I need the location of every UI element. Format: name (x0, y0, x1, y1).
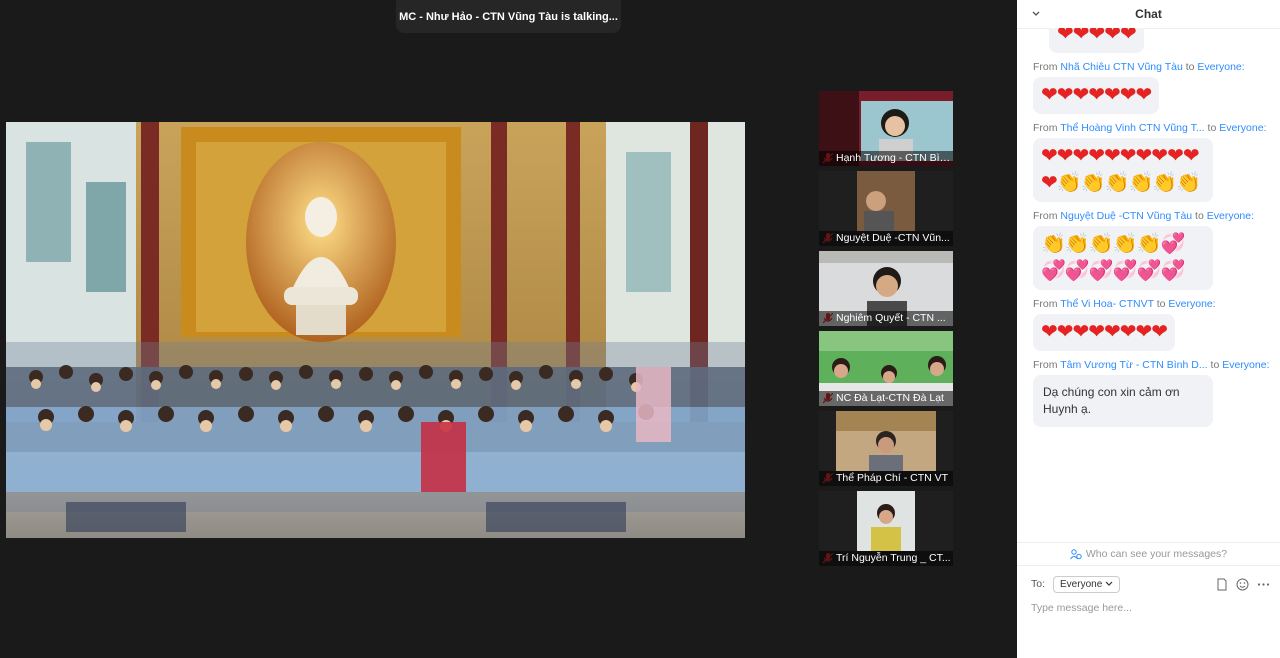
recipient-name: Everyone: (1168, 298, 1216, 310)
message-header: From Thể Hoàng Vinh CTN Vũng T... to Eve… (1033, 122, 1280, 134)
who-can-see-link[interactable]: Who can see your messages? (1017, 542, 1280, 566)
from-label: From (1033, 359, 1058, 371)
message-bubble: 👏👏👏👏👏💞💞💞💞💞💞💞 (1033, 226, 1213, 290)
participant-thumbnails: Hạnh Tương - CTN Bình... Nguyệt Duệ -CTN… (819, 91, 953, 571)
chat-title: Chat (1135, 7, 1162, 21)
recipient-value: Everyone (1060, 578, 1103, 590)
recipient-name: Everyone: (1197, 61, 1245, 73)
to-label: to (1195, 210, 1204, 222)
sender-name[interactable]: Nhã Chiêu CTN Vũng Tàu (1060, 61, 1182, 73)
from-label: From (1033, 122, 1058, 134)
chat-message: From Nhã Chiêu CTN Vũng Tàu to Everyone:… (1017, 61, 1280, 114)
chat-message: From Tâm Vương Từ - CTN Bình D... to Eve… (1017, 359, 1280, 427)
from-label: From (1033, 298, 1058, 310)
recipient-dropdown[interactable]: Everyone (1053, 575, 1121, 593)
participant-tile[interactable]: Thể Pháp Chí - CTN VT (819, 411, 953, 486)
participant-tile[interactable]: NC Đà Lạt-CTN Đà Lạt (819, 331, 953, 406)
file-icon[interactable] (1216, 578, 1228, 591)
chat-message-partial: ❤❤❤❤❤ (1033, 28, 1280, 53)
chat-panel: Chat ❤❤❤❤❤ From Nhã Chiêu CTN Vũng Tàu t… (1017, 0, 1280, 658)
message-header: From Nguyệt Duệ -CTN Vũng Tàu to Everyon… (1033, 210, 1280, 222)
recipient-row: To: Everyone (1031, 574, 1270, 594)
emoji-icon[interactable] (1236, 578, 1249, 591)
shared-screen-photo (6, 122, 745, 538)
message-content: 👏👏👏👏👏💞💞💞💞💞💞💞 (1041, 233, 1185, 282)
sender-name[interactable]: Tâm Vương Từ - CTN Bình D... (1060, 359, 1207, 371)
sender-name[interactable]: Nguyệt Duệ -CTN Vũng Tàu (1060, 210, 1192, 222)
message-bubble: ❤❤❤❤❤❤❤❤ (1033, 314, 1176, 351)
participant-name: Thể Pháp Chí - CTN VT (819, 471, 953, 486)
chevron-down-icon (1105, 581, 1113, 586)
participant-tile[interactable]: Nghiêm Quyết - CTN ... (819, 251, 953, 326)
chat-message: From Nguyệt Duệ -CTN Vũng Tàu to Everyon… (1017, 210, 1280, 290)
to-label: to (1156, 298, 1166, 310)
who-can-see-text: Who can see your messages? (1085, 548, 1228, 560)
participant-name: Trí Nguyễn Trung _ CT... (819, 551, 953, 566)
message-input[interactable] (1031, 599, 1270, 617)
chat-message: From Thể Vi Hoa- CTNVT to Everyone: ❤❤❤❤… (1017, 298, 1280, 351)
to-label: to (1210, 359, 1220, 371)
recipient-name: Everyone: (1219, 122, 1267, 134)
chat-message: From Thể Hoàng Vinh CTN Vũng T... to Eve… (1017, 122, 1280, 202)
participant-tile[interactable]: Trí Nguyễn Trung _ CT... (819, 491, 953, 566)
participant-tile[interactable]: Nguyệt Duệ -CTN Vũn... (819, 171, 953, 246)
participant-name: NC Đà Lạt-CTN Đà Lạt (819, 391, 953, 406)
message-header: From Tâm Vương Từ - CTN Bình D... to Eve… (1033, 359, 1280, 371)
message-header: From Thể Vi Hoa- CTNVT to Everyone: (1033, 298, 1280, 310)
participant-name: Nghiêm Quyết - CTN ... (819, 311, 953, 326)
to-label: To: (1031, 578, 1046, 590)
message-header: From Nhã Chiêu CTN Vũng Tàu to Everyone: (1033, 61, 1280, 73)
message-bubble: ❤❤❤❤❤❤❤ (1033, 77, 1160, 114)
message-bubble: Dạ chúng con xin cảm ơn Huynh ạ. (1033, 375, 1213, 427)
message-content: ❤❤❤❤❤❤❤ (1041, 84, 1152, 106)
from-label: From (1033, 210, 1058, 222)
compose-tools (1216, 578, 1270, 591)
active-speaker-banner: MC - Như Hảo - CTN Vũng Tàu is talking..… (396, 0, 621, 33)
sender-name[interactable]: Thể Hoàng Vinh CTN Vũng T... (1060, 122, 1204, 134)
recipient-name: Everyone: (1206, 210, 1255, 222)
participant-name: Hạnh Tương - CTN Bình... (819, 151, 953, 166)
message-content: ❤❤❤❤❤ (1057, 28, 1137, 45)
participant-tile[interactable]: Hạnh Tương - CTN Bình... (819, 91, 953, 166)
message-bubble: ❤❤❤❤❤❤❤❤❤❤❤👏👏👏👏👏👏 (1033, 138, 1213, 202)
from-label: From (1033, 61, 1058, 73)
chat-header: Chat (1017, 0, 1280, 29)
people-icon (1069, 548, 1082, 559)
to-label: to (1207, 122, 1217, 134)
chat-messages[interactable]: ❤❤❤❤❤ From Nhã Chiêu CTN Vũng Tàu to Eve… (1017, 28, 1280, 542)
sender-name[interactable]: Thể Vi Hoa- CTNVT (1060, 298, 1154, 310)
to-label: to (1185, 61, 1195, 73)
participant-name: Nguyệt Duệ -CTN Vũn... (819, 231, 953, 246)
message-bubble: ❤❤❤❤❤ (1049, 28, 1144, 53)
more-icon[interactable] (1257, 578, 1270, 591)
recipient-name: Everyone: (1222, 359, 1270, 371)
meeting-stage: MC - Như Hảo - CTN Vũng Tàu is talking..… (0, 0, 1017, 658)
message-content: ❤❤❤❤❤❤❤❤ (1041, 321, 1168, 343)
message-content: Dạ chúng con xin cảm ơn Huynh ạ. (1043, 385, 1180, 416)
message-content: ❤❤❤❤❤❤❤❤❤❤❤👏👏👏👏👏👏 (1041, 145, 1201, 194)
